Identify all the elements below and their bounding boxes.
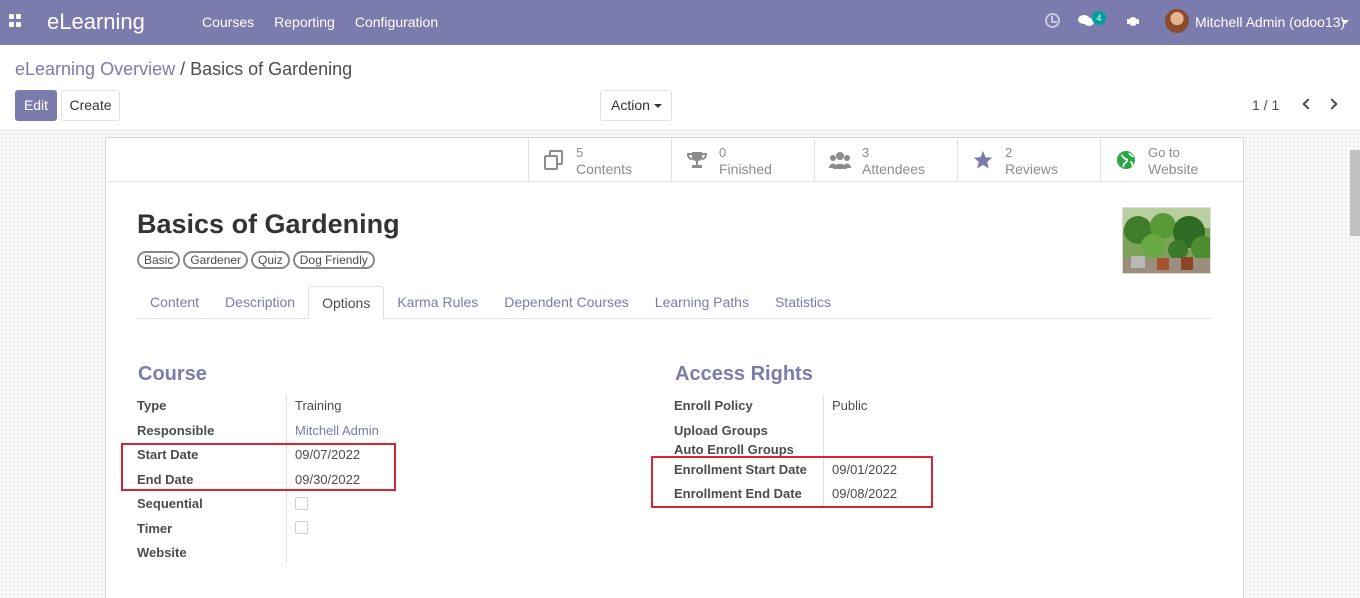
- tab-dependent-courses[interactable]: Dependent Courses: [491, 286, 642, 319]
- field-label-website: Website: [137, 545, 187, 560]
- breadcrumb: eLearning Overview / Basics of Gardening: [15, 59, 352, 80]
- action-dropdown[interactable]: Action: [600, 90, 672, 121]
- reviews-stat-button[interactable]: 2 Reviews: [957, 138, 1100, 182]
- field-value-type[interactable]: Training: [295, 398, 341, 413]
- form-tabs: Content Description Options Karma Rules …: [137, 286, 1211, 319]
- copy-icon: [544, 150, 563, 170]
- tab-options[interactable]: Options: [308, 286, 385, 319]
- apps-menu-icon[interactable]: [9, 14, 22, 27]
- stat-value: Go to: [1148, 145, 1180, 160]
- field-label-timer: Timer: [137, 521, 173, 536]
- tab-content[interactable]: Content: [137, 286, 212, 319]
- stat-label: Finished: [719, 161, 772, 177]
- control-panel: eLearning Overview / Basics of Gardening E…: [0, 45, 1360, 131]
- stat-label: Reviews: [1005, 161, 1058, 177]
- tab-statistics[interactable]: Statistics: [762, 286, 844, 319]
- tab-description[interactable]: Description: [212, 286, 308, 319]
- form-sheet: 5 Contents 0 Finished 3 Attendees 2 Revi…: [105, 137, 1244, 598]
- menu-item-courses[interactable]: Courses: [202, 14, 254, 30]
- course-title[interactable]: Basics of Gardening: [137, 209, 400, 240]
- menu-item-reporting[interactable]: Reporting: [274, 14, 335, 30]
- caret-down-icon: [654, 104, 662, 108]
- field-label-type: Type: [137, 398, 167, 413]
- user-menu[interactable]: Mitchell Admin (odoo13): [1195, 14, 1345, 30]
- tag-badge: Basic: [137, 251, 181, 269]
- pager-next-icon[interactable]: [1326, 98, 1338, 110]
- top-navbar: eLearning Courses Reporting Configuratio…: [0, 0, 1360, 45]
- star-icon: [973, 151, 993, 169]
- activity-clock-icon[interactable]: [1045, 13, 1060, 28]
- tag-badge: Dog Friendly: [292, 251, 375, 269]
- course-tags: Basic Gardener Quiz Dog Friendly: [137, 251, 375, 269]
- breadcrumb-current: Basics of Gardening: [190, 59, 353, 79]
- tag-badge: Quiz: [251, 251, 290, 269]
- edit-button[interactable]: Edit: [15, 90, 57, 121]
- field-value-enroll-policy[interactable]: Public: [832, 398, 867, 413]
- finished-stat-button[interactable]: 0 Finished: [671, 138, 814, 182]
- sequential-checkbox[interactable]: [295, 497, 308, 510]
- field-label-responsible: Responsible: [137, 423, 215, 438]
- timer-checkbox[interactable]: [295, 521, 308, 534]
- field-label-enroll-policy: Enroll Policy: [674, 398, 753, 413]
- pager-previous-icon[interactable]: [1302, 98, 1314, 110]
- breadcrumb-separator: /: [180, 59, 186, 79]
- field-label-auto-enroll-groups: Auto Enroll Groups: [674, 442, 794, 457]
- highlight-enrollment-dates: [651, 456, 933, 508]
- chat-count-badge: 4: [1092, 11, 1106, 25]
- stat-label: Attendees: [862, 161, 926, 177]
- go-to-website-button[interactable]: Go to Website: [1100, 138, 1243, 182]
- field-label-sequential: Sequential: [137, 496, 203, 511]
- stat-value: 2: [1005, 145, 1013, 160]
- action-label: Action: [611, 97, 650, 113]
- breadcrumb-parent[interactable]: eLearning Overview: [15, 59, 175, 79]
- course-image-graphic: [1123, 208, 1210, 273]
- users-icon: [829, 152, 851, 169]
- smart-button-box: 5 Contents 0 Finished 3 Attendees 2 Revi…: [106, 138, 1243, 182]
- access-rights-group-title: Access Rights: [675, 363, 813, 385]
- menu-item-configuration[interactable]: Configuration: [355, 14, 438, 30]
- tab-learning-paths[interactable]: Learning Paths: [642, 286, 762, 319]
- debug-bug-icon[interactable]: [1127, 14, 1139, 27]
- app-brand[interactable]: eLearning: [47, 9, 145, 35]
- main-menu: Courses Reporting Configuration: [202, 14, 458, 30]
- field-label-upload-groups: Upload Groups: [674, 423, 768, 438]
- course-image[interactable]: [1122, 207, 1211, 274]
- tab-karma-rules[interactable]: Karma Rules: [384, 286, 491, 319]
- stat-value: 5: [576, 145, 584, 160]
- stat-value: 3: [862, 145, 870, 160]
- contents-stat-button[interactable]: 5 Contents: [528, 138, 671, 182]
- field-value-responsible[interactable]: Mitchell Admin: [295, 423, 379, 438]
- stat-label: Contents: [576, 161, 633, 177]
- course-group-title: Course: [138, 363, 207, 385]
- create-button[interactable]: Create: [61, 90, 120, 121]
- trophy-icon: [686, 152, 708, 168]
- user-avatar[interactable]: [1165, 9, 1189, 33]
- scrollbar[interactable]: [1350, 150, 1360, 236]
- stat-label: Website: [1148, 161, 1199, 177]
- user-menu-caret-icon[interactable]: [1341, 20, 1349, 24]
- pager-value[interactable]: 1 / 1: [1252, 97, 1279, 113]
- stat-value: 0: [719, 145, 727, 160]
- attendees-stat-button[interactable]: 3 Attendees: [814, 138, 957, 182]
- tag-badge: Gardener: [183, 251, 249, 269]
- globe-icon: [1117, 151, 1135, 169]
- highlight-course-dates: [121, 443, 396, 491]
